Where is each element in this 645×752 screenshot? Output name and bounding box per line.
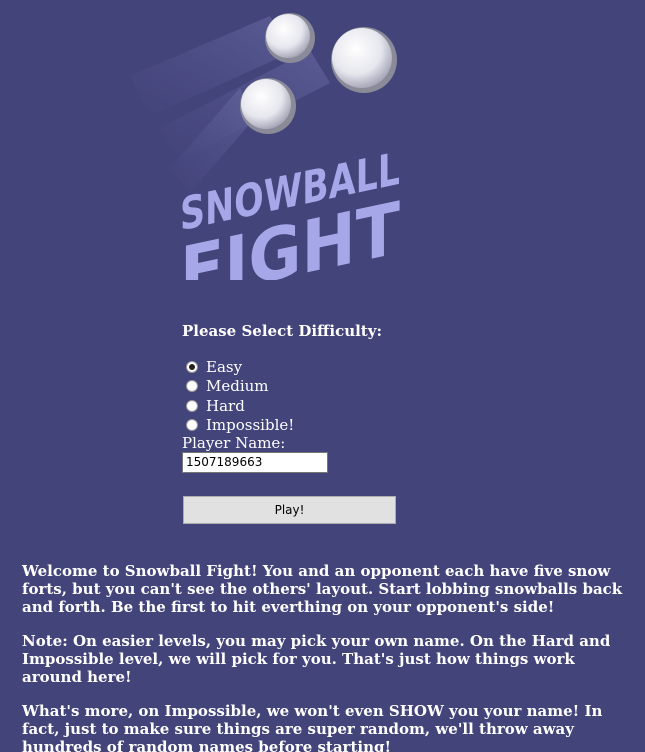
snowball-icon [265, 13, 315, 63]
snowball-icon [240, 78, 296, 134]
more-paragraph: What's more, on Impossible, we won't eve… [22, 702, 603, 752]
difficulty-option-easy[interactable]: Easy [186, 357, 294, 377]
snowball-fight-logo: SNOWBALL FIGHT [130, 8, 420, 280]
intro-paragraph: Welcome to Snowball Fight! You and an op… [22, 562, 623, 616]
impossible-label[interactable]: Impossible! [206, 416, 294, 434]
difficulty-title: Please Select Difficulty: [182, 322, 382, 340]
easy-label[interactable]: Easy [206, 358, 242, 376]
hard-label[interactable]: Hard [206, 397, 245, 415]
note-paragraph: Note: On easier levels, you may pick you… [22, 632, 611, 686]
difficulty-options: Easy Medium Hard Impossible! [186, 357, 294, 435]
difficulty-option-medium[interactable]: Medium [186, 377, 294, 397]
impossible-radio[interactable] [186, 419, 198, 432]
player-name-input[interactable]: 1507189663 [182, 452, 328, 473]
instructions: Welcome to Snowball Fight! You and an op… [22, 562, 627, 752]
player-name-label: Player Name: [182, 434, 286, 452]
play-button[interactable]: Play! [183, 496, 396, 524]
medium-radio[interactable] [186, 380, 198, 393]
difficulty-option-impossible[interactable]: Impossible! [186, 416, 294, 436]
difficulty-option-hard[interactable]: Hard [186, 396, 294, 416]
snowball-icon [331, 27, 397, 93]
easy-radio[interactable] [186, 360, 198, 373]
hard-radio[interactable] [186, 399, 198, 412]
medium-label[interactable]: Medium [206, 377, 269, 395]
